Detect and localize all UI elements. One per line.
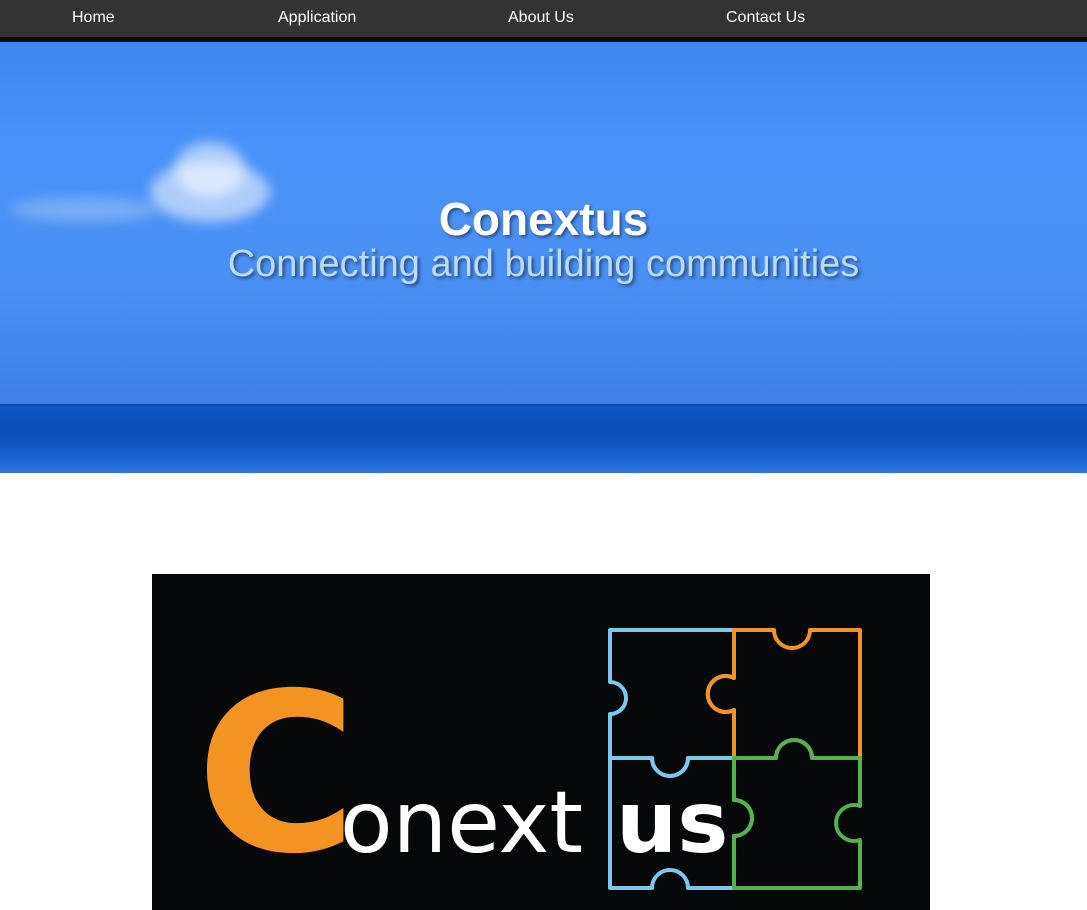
conextus-logo: C onext us xyxy=(152,574,930,910)
nav-application-link[interactable]: Application xyxy=(278,0,356,37)
hero-title: Conextus xyxy=(438,193,649,245)
sea-decoration xyxy=(0,404,1087,473)
conextus-logo-graphic: C onext us xyxy=(196,628,862,902)
nav-about-us-link[interactable]: About Us xyxy=(508,0,574,37)
puzzle-piece-blue-top xyxy=(608,628,736,778)
hero-subtitle: Connecting and building communities xyxy=(227,243,860,285)
hero-banner: Conextus Connecting and building communi… xyxy=(0,42,1087,473)
cloud-decoration xyxy=(175,142,245,197)
top-navbar: Home Application About Us Contact Us xyxy=(0,0,1087,42)
puzzle-piece-green xyxy=(732,738,862,890)
nav-home-link[interactable]: Home xyxy=(72,0,115,37)
puzzle-piece-orange xyxy=(705,628,862,760)
horizon-line xyxy=(0,404,1087,406)
logo-text-onext: onext xyxy=(340,773,583,873)
nav-contact-us-link[interactable]: Contact Us xyxy=(726,0,805,37)
logo-letter-c: C xyxy=(196,646,357,902)
logo-text-us: us xyxy=(616,773,728,873)
